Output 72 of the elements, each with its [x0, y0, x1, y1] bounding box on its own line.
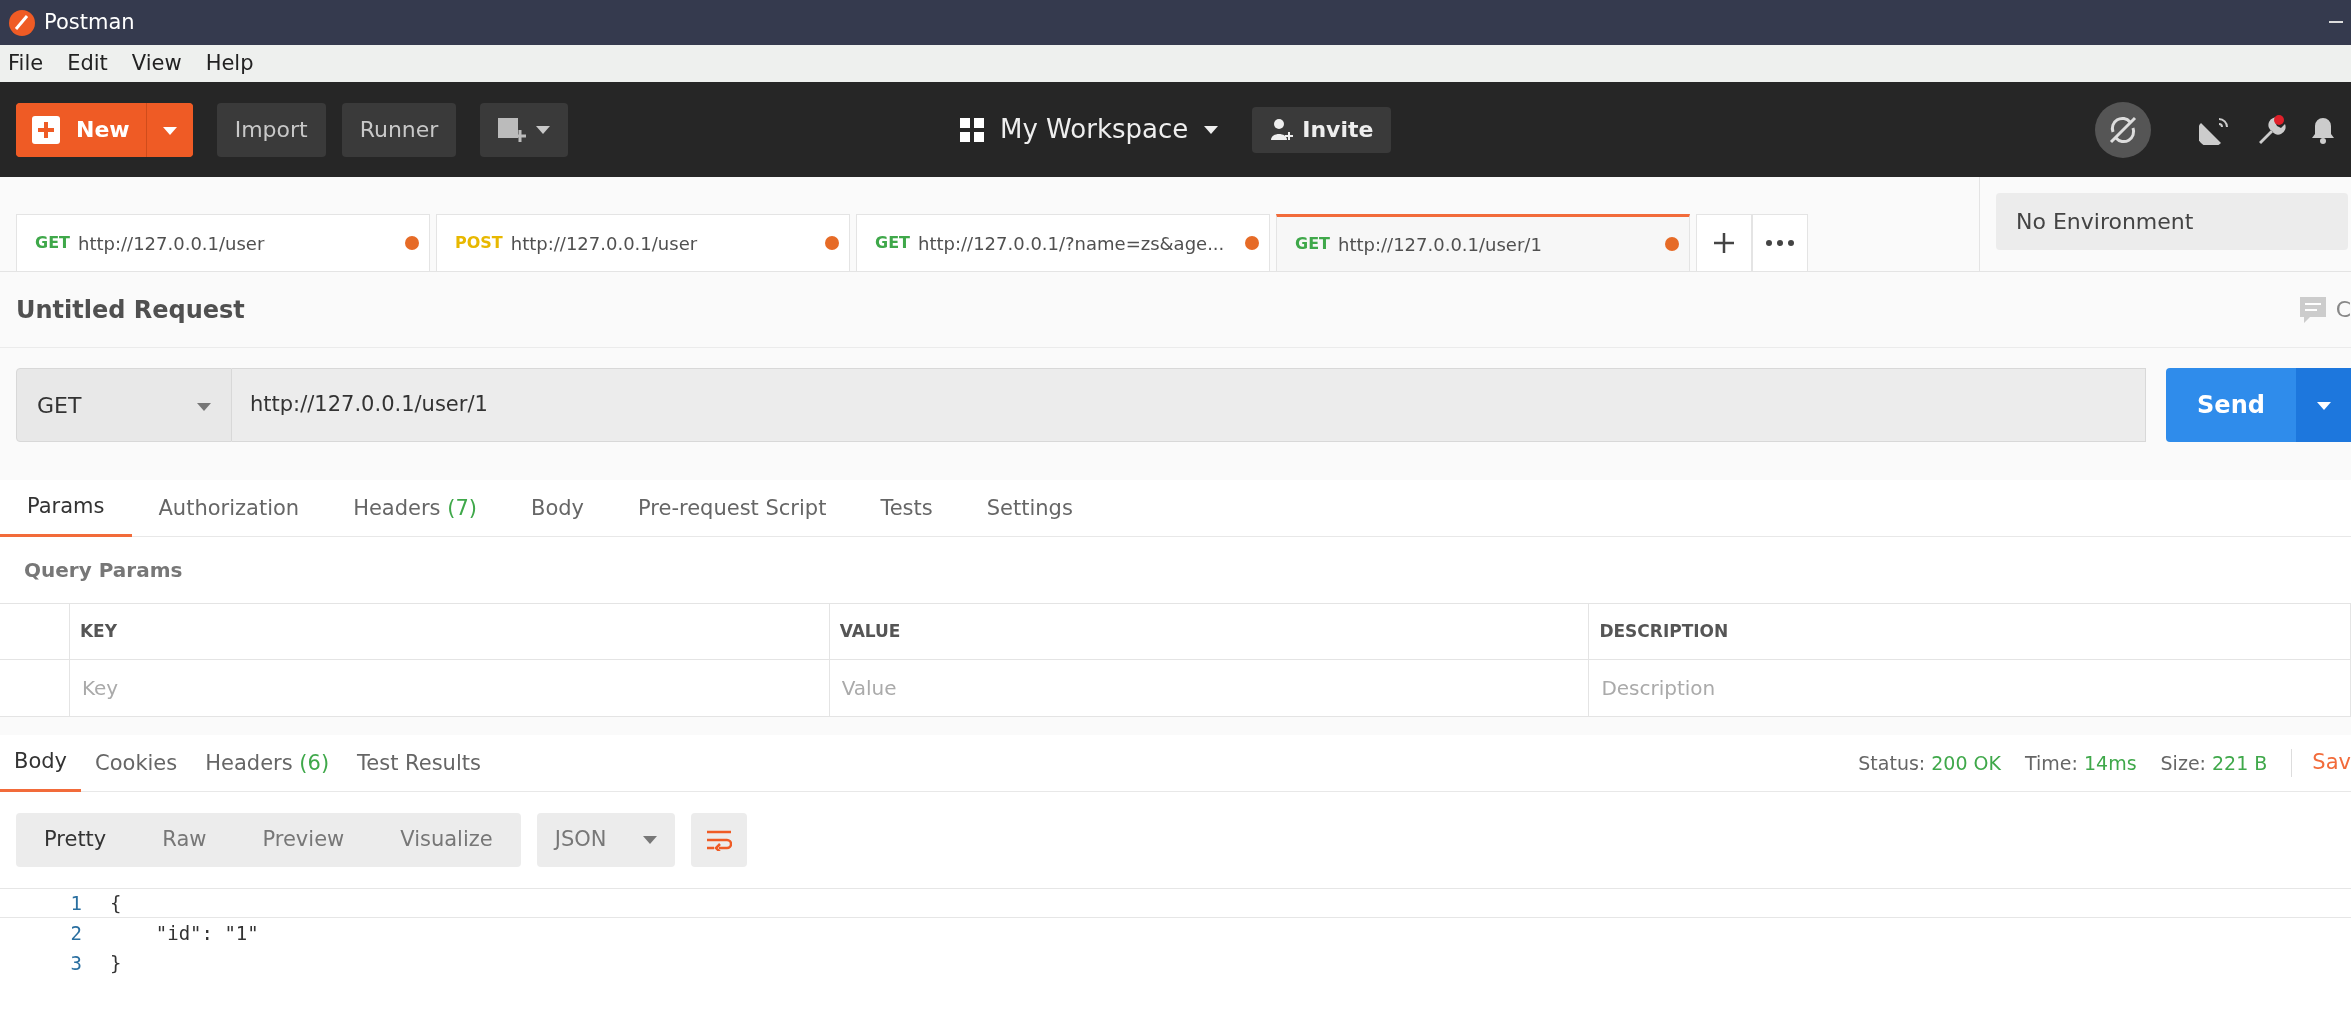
menu-item[interactable]: File — [8, 47, 44, 80]
column-header: KEY — [79, 619, 117, 643]
status-text: Time: 14ms — [2025, 750, 2137, 776]
dropdown-button[interactable] — [145, 102, 193, 157]
caret-icon — [642, 836, 657, 845]
ellipsis-icon — [1766, 240, 1794, 246]
view-mode-tab[interactable]: Pretty — [16, 813, 135, 867]
window-title: Postman — [44, 8, 135, 36]
view-mode-tab[interactable]: Visualize — [372, 813, 521, 867]
request-title: Untitled Request — [16, 294, 245, 326]
request-tab[interactable]: GET http://127.0.0.1/user — [16, 214, 430, 271]
response-tab[interactable]: Body — [0, 735, 81, 792]
menu-item[interactable]: Edit — [67, 47, 108, 80]
wrap-icon — [705, 829, 732, 851]
add-tab-button[interactable] — [1696, 214, 1752, 271]
runner-button[interactable]: Runner — [341, 102, 457, 157]
menu-item[interactable]: View — [131, 47, 182, 80]
plus-icon — [32, 115, 60, 144]
param-input[interactable]: Key — [79, 672, 829, 704]
window-plus-icon — [498, 115, 529, 144]
line-number: 1 — [69, 890, 83, 916]
url-field[interactable]: http://127.0.0.1/user/1 — [232, 368, 2146, 442]
param-input[interactable]: Value — [839, 672, 1589, 704]
param-input[interactable]: Description — [1599, 672, 2350, 704]
view-mode-tab[interactable]: Raw — [134, 813, 235, 867]
section-heading: Query Params — [24, 557, 183, 584]
workspace-dropdown[interactable]: My Workspace — [942, 102, 1237, 157]
bell-icon[interactable] — [2311, 115, 2335, 144]
import-button[interactable]: Import — [216, 102, 326, 157]
caret-icon — [2316, 401, 2331, 410]
grid-icon — [960, 117, 984, 142]
wrap-button[interactable] — [690, 813, 747, 867]
line-number: 3 — [69, 950, 83, 976]
code-line: "id": "1" — [154, 920, 259, 946]
section-tab[interactable]: Headers (7) — [326, 480, 504, 537]
request-tab[interactable]: GET http://127.0.0.1/user/1 — [1276, 214, 1690, 271]
section-tab[interactable]: Body — [504, 480, 611, 537]
caret-icon — [197, 402, 211, 411]
section-tab[interactable]: Authorization — [131, 480, 327, 537]
section-tab[interactable]: Pre-request Script — [611, 480, 854, 537]
add-user-icon — [1270, 117, 1295, 142]
code-line: { — [110, 890, 122, 916]
status-text: Status: 200 OK — [1858, 750, 2001, 776]
section-tab[interactable]: Params — [0, 480, 132, 537]
sync-off-icon[interactable] — [2095, 101, 2151, 158]
request-tab[interactable]: GET http://127.0.0.1/?name=zs&age... — [856, 214, 1270, 271]
section-tab[interactable]: Settings — [959, 480, 1100, 537]
minimize-icon[interactable] — [2329, 21, 2343, 24]
caret-icon — [1204, 125, 1219, 134]
more-tabs-button[interactable] — [1752, 214, 1808, 271]
column-header: DESCRIPTION — [1599, 619, 1729, 643]
response-tab[interactable]: Headers (6) — [191, 735, 344, 792]
caret-icon — [162, 127, 177, 135]
menu-item[interactable]: Help — [205, 47, 254, 80]
code-line: } — [110, 950, 122, 976]
environment-select[interactable]: No Environment — [1996, 193, 2348, 250]
view-mode-tab[interactable]: Preview — [234, 813, 373, 867]
invite-button[interactable]: Invite — [1252, 106, 1392, 153]
status-text: Size: 221 B — [2160, 750, 2268, 776]
new-window-button[interactable] — [480, 102, 569, 157]
request-tab[interactable]: POST http://127.0.0.1/user — [436, 214, 850, 271]
caret-icon — [536, 125, 551, 134]
method-select[interactable]: GET — [16, 368, 232, 442]
response-tab[interactable]: Cookies — [81, 735, 192, 792]
send-button[interactable]: Send — [2166, 368, 2296, 442]
column-header: VALUE — [839, 619, 901, 643]
section-tab[interactable]: Tests — [853, 480, 960, 537]
response-tab[interactable]: Test Results — [343, 735, 495, 792]
format-select[interactable]: JSON — [536, 813, 675, 867]
app-logo-icon — [8, 8, 36, 37]
line-number: 2 — [69, 920, 83, 946]
plus-icon — [1714, 233, 1734, 253]
